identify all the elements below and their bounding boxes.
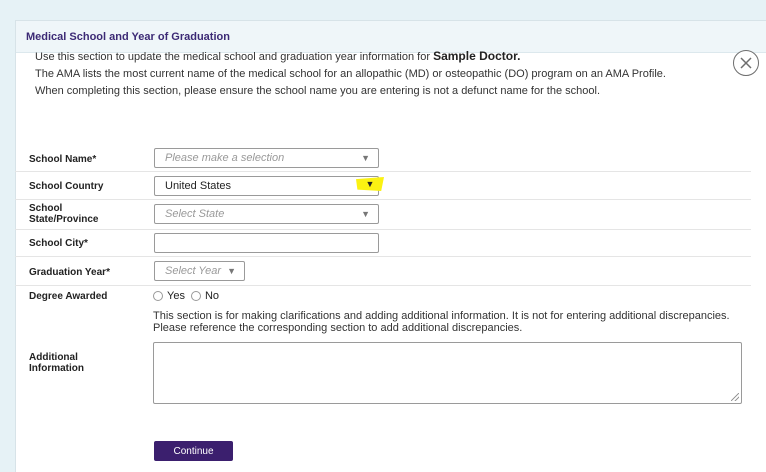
chevron-down-icon: ▼: [361, 209, 370, 219]
graduation-year-select[interactable]: Select Year ▼: [154, 261, 245, 281]
row-school-city: School City*: [15, 230, 751, 257]
close-button[interactable]: [733, 50, 759, 76]
resize-handle-icon[interactable]: [731, 393, 739, 401]
school-city-input[interactable]: [154, 233, 379, 253]
degree-no-radio[interactable]: [190, 291, 201, 301]
section-title: Medical School and Year of Graduation: [26, 30, 230, 43]
row-graduation-year: Graduation Year*: [15, 257, 751, 286]
row-school-state: School State/Province: [15, 200, 751, 230]
row-school-name: School Name*: [15, 145, 751, 172]
school-country-select[interactable]: United States ▼: [154, 176, 384, 196]
row-school-country: School Country: [15, 172, 751, 200]
additional-info-label: Additional Information: [29, 352, 84, 374]
degree-awarded-label: Degree Awarded: [29, 291, 108, 302]
school-city-label: School City*: [29, 238, 88, 249]
degree-no-label: No: [204, 290, 220, 302]
intro-text: Use this section to update the medical s…: [35, 49, 666, 97]
degree-awarded-radios: Yes No: [153, 290, 225, 302]
school-country-label: School Country: [29, 181, 104, 192]
chevron-down-icon: ▼: [361, 153, 370, 163]
graduation-year-label: Graduation Year*: [29, 267, 110, 278]
degree-yes-label: Yes: [167, 290, 185, 302]
continue-button[interactable]: Continue: [154, 441, 233, 461]
doctor-name: Sample Doctor.: [433, 49, 521, 63]
school-state-label: School State/Province: [29, 203, 99, 225]
chevron-down-icon: ▼: [356, 177, 384, 191]
additional-info-textarea[interactable]: [153, 342, 742, 404]
degree-yes-radio[interactable]: [153, 291, 163, 301]
additional-info-note: This section is for making clarification…: [153, 310, 730, 334]
school-name-select[interactable]: Please make a selection ▼: [154, 148, 379, 168]
school-state-select[interactable]: Select State ▼: [154, 204, 379, 224]
close-icon: [740, 57, 752, 69]
school-name-label: School Name*: [29, 154, 97, 165]
chevron-down-icon: ▼: [227, 266, 236, 276]
